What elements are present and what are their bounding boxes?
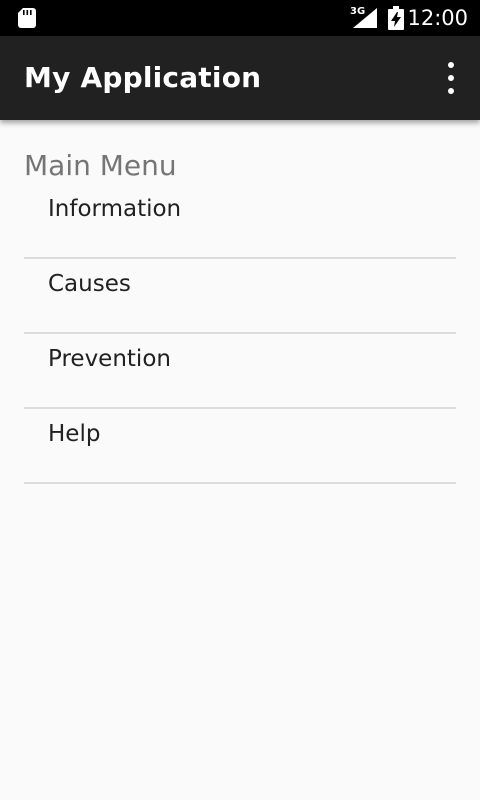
main-content: Main Menu Information Causes Prevention … <box>24 120 456 484</box>
more-vert-icon-dot <box>448 88 454 94</box>
signal-icon <box>353 8 377 28</box>
menu-item-prevention[interactable]: Prevention <box>24 334 456 409</box>
menu-item-label: Information <box>48 196 182 222</box>
menu-item-label: Help <box>48 421 101 447</box>
overflow-menu-button[interactable] <box>444 62 458 94</box>
app-title: My Application <box>24 61 262 94</box>
menu-item-causes[interactable]: Causes <box>24 259 456 334</box>
app-bar: My Application <box>0 36 480 120</box>
menu-item-information[interactable]: Information <box>24 184 456 259</box>
menu-list: Information Causes Prevention Help <box>24 184 456 484</box>
more-vert-icon-dot <box>448 75 454 81</box>
battery-charging-icon <box>388 6 404 30</box>
menu-item-label: Causes <box>48 271 131 297</box>
more-vert-icon <box>448 62 454 68</box>
menu-item-help[interactable]: Help <box>24 409 456 484</box>
menu-item-label: Prevention <box>48 346 171 372</box>
sd-card-icon <box>18 8 36 28</box>
menu-heading: Main Menu <box>24 149 177 182</box>
status-clock: 12:00 <box>407 6 468 30</box>
status-bar: 3G 12:00 <box>0 0 480 36</box>
